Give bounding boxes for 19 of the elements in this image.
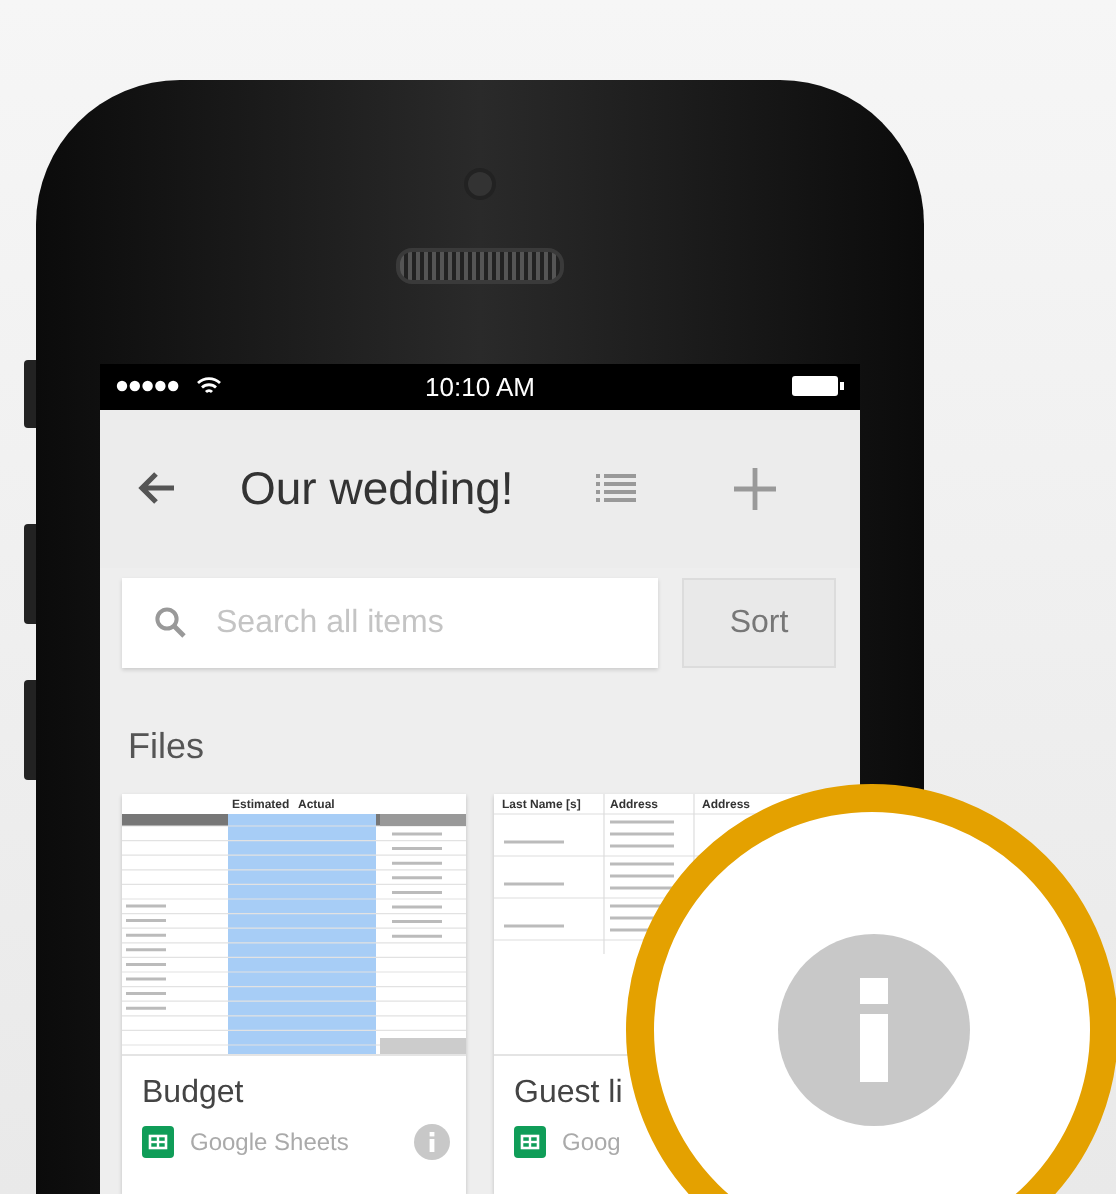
section-title: Files	[128, 726, 207, 769]
file-type: Google Sheets	[190, 1128, 351, 1157]
battery-icon	[792, 376, 844, 397]
back-arrow-icon[interactable]	[136, 470, 176, 507]
sheets-icon	[142, 1126, 174, 1159]
info-icon	[778, 934, 970, 1126]
file-name: Guest li	[514, 1076, 625, 1113]
signal-icon	[116, 380, 180, 393]
file-type: Goog	[562, 1128, 623, 1157]
status-time: 10:10 AM	[425, 371, 535, 402]
add-icon[interactable]	[733, 467, 776, 510]
file-name: Budget	[142, 1076, 246, 1113]
search-field[interactable]: Search all items	[122, 578, 658, 669]
page-title: Our wedding!	[240, 461, 514, 516]
wifi-icon	[196, 376, 222, 397]
info-icon[interactable]	[414, 1124, 450, 1161]
sheets-icon	[514, 1126, 546, 1159]
list-view-icon[interactable]	[595, 472, 636, 505]
sort-button[interactable]: Sort	[682, 578, 836, 669]
